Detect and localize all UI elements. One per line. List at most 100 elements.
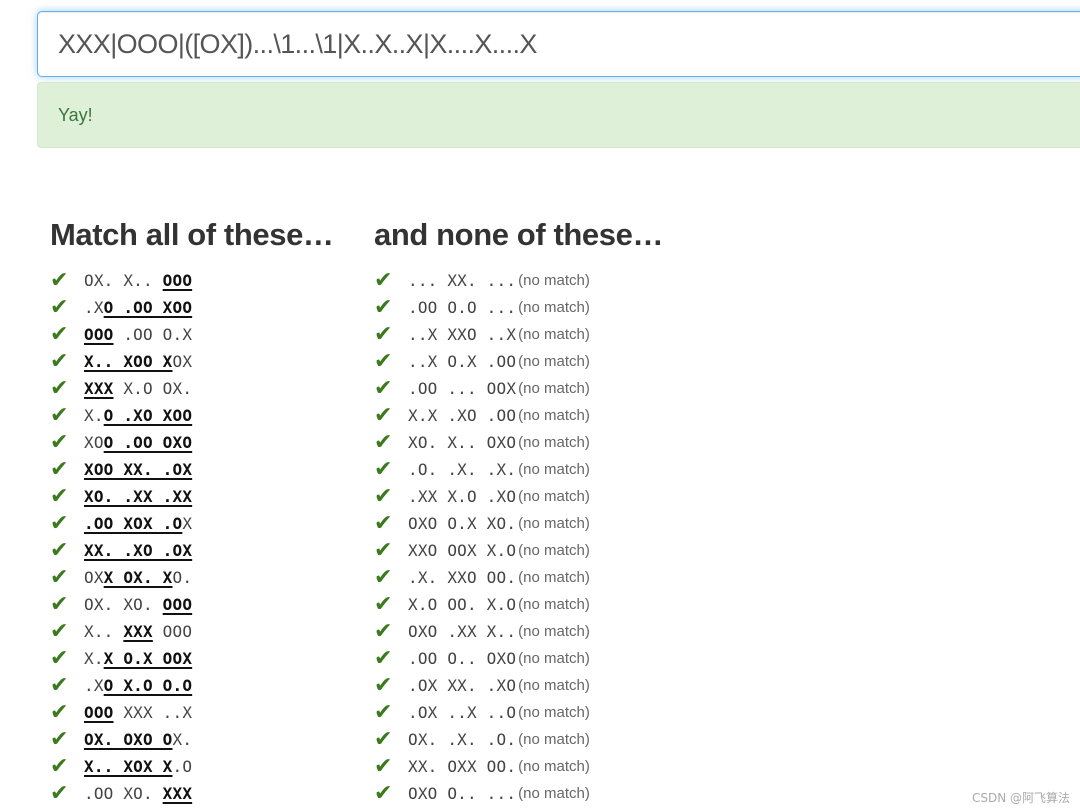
- check-icon: ✔: [374, 268, 393, 293]
- no-match-label: (no match): [518, 569, 590, 586]
- nomatch-row: ✔ .OO O.O ... (no match): [374, 294, 663, 321]
- nomatch-word: OXO .XX X..: [408, 622, 517, 641]
- regex-input[interactable]: XXX|OOO|([OX])...\1...\1|X..X..X|X....X.…: [37, 11, 1080, 77]
- check-icon: ✔: [50, 403, 69, 428]
- no-match-label: (no match): [518, 434, 590, 451]
- match-row: ✔ XO. .XX .XX: [50, 483, 334, 510]
- match-row: ✔ OXX OX. XO.: [50, 564, 334, 591]
- match-word: X.X O.X OOX: [84, 645, 192, 672]
- nomatch-row: ✔ OX. .X. .O. (no match): [374, 726, 663, 753]
- check-icon: ✔: [374, 538, 393, 563]
- nomatch-column: and none of these… ✔ ... XX. ... (no match…: [374, 214, 663, 807]
- check-icon: ✔: [374, 484, 393, 509]
- watermark: CSDN @阿飞算法: [971, 791, 1070, 805]
- unmatched-segment: O.: [172, 568, 193, 587]
- nomatch-word: XXO OOX X.O: [408, 541, 517, 560]
- nomatch-row: ✔ ..X O.X .OO (no match): [374, 348, 663, 375]
- check-icon: ✔: [374, 565, 393, 590]
- match-word: .OO XOX .OX: [84, 510, 192, 537]
- no-match-label: (no match): [518, 488, 590, 505]
- matched-segment: O .XO XOO: [103, 406, 193, 425]
- matched-segment: O .OO XOO: [103, 298, 193, 317]
- check-icon: ✔: [50, 457, 69, 482]
- matched-segment: .OO XOX .O: [84, 514, 183, 533]
- check-icon: ✔: [50, 646, 69, 671]
- match-word: XO. .XX .XX: [84, 483, 192, 510]
- nomatch-word: .X. XXO OO.: [408, 568, 517, 587]
- match-word: .OO XO. XXX: [84, 780, 192, 807]
- match-row: ✔ X.. XOO XOX: [50, 348, 334, 375]
- match-row: ✔ .XO .OO XOO: [50, 294, 334, 321]
- no-match-label: (no match): [518, 785, 590, 802]
- unmatched-segment: X.: [84, 649, 104, 668]
- check-icon: ✔: [374, 781, 393, 806]
- match-word: .XO .OO XOO: [84, 294, 192, 321]
- match-row: ✔ .OO XO. XXX: [50, 780, 334, 807]
- unmatched-segment: X.: [172, 730, 193, 749]
- match-row: ✔ XOO .OO OXO: [50, 429, 334, 456]
- nomatch-word: X.O OO. X.O: [408, 595, 517, 614]
- match-row: ✔ .OO XOX .OX: [50, 510, 334, 537]
- check-icon: ✔: [50, 565, 69, 590]
- nomatch-row: ✔ X.X .XO .OO (no match): [374, 402, 663, 429]
- nomatch-row: ✔ ... XX. ... (no match): [374, 267, 663, 294]
- no-match-label: (no match): [518, 731, 590, 748]
- match-word: XXX X.O OX.: [84, 375, 192, 402]
- nomatch-word: OXO O.X XO.: [408, 514, 517, 533]
- nomatch-row: ✔ XXO OOX X.O (no match): [374, 537, 663, 564]
- nomatch-word: .XX X.O .XO: [408, 487, 517, 506]
- check-icon: ✔: [50, 511, 69, 536]
- check-icon: ✔: [374, 646, 393, 671]
- check-icon: ✔: [50, 484, 69, 509]
- unmatched-segment: X.O OX.: [113, 379, 193, 398]
- match-row: ✔ OX. XO. OOO: [50, 591, 334, 618]
- success-alert: Yay!: [37, 82, 1080, 148]
- nomatch-row: ✔ ..X XXO ..X (no match): [374, 321, 663, 348]
- nomatch-row: ✔ .O. .X. .X. (no match): [374, 456, 663, 483]
- check-icon: ✔: [374, 700, 393, 725]
- match-word: OOO XXX ..X: [84, 699, 192, 726]
- check-icon: ✔: [50, 295, 69, 320]
- nomatch-word: ... XX. ...: [408, 271, 517, 290]
- check-icon: ✔: [50, 592, 69, 617]
- unmatched-segment: .OO XO.: [84, 784, 163, 803]
- check-icon: ✔: [374, 322, 393, 347]
- unmatched-segment: XO: [84, 433, 104, 452]
- check-icon: ✔: [50, 727, 69, 752]
- match-word: X.. XOO XOX: [84, 348, 192, 375]
- nomatch-row: ✔ XX. OXX OO. (no match): [374, 753, 663, 780]
- check-icon: ✔: [50, 781, 69, 806]
- nomatch-word: .OO O.. OXO: [408, 649, 517, 668]
- unmatched-segment: .X: [84, 676, 104, 695]
- match-word: OOO .OO O.X: [84, 321, 192, 348]
- check-icon: ✔: [374, 295, 393, 320]
- no-match-label: (no match): [518, 542, 590, 559]
- nomatch-row: ✔ .OX XX. .XO (no match): [374, 672, 663, 699]
- unmatched-segment: OX: [172, 352, 193, 371]
- nomatch-word: .O. .X. .X.: [408, 460, 517, 479]
- match-word: XX. .XO .OX: [84, 537, 192, 564]
- match-word: X.O .XO XOO: [84, 402, 192, 429]
- match-heading: Match all of these…: [50, 217, 334, 252]
- no-match-label: (no match): [518, 515, 590, 532]
- nomatch-heading: and none of these…: [374, 217, 664, 252]
- match-column: Match all of these… ✔ OX. X.. OOO ✔ .XO .OO…: [50, 214, 334, 807]
- nomatch-word: OXO O.. ...: [408, 784, 517, 803]
- check-icon: ✔: [50, 673, 69, 698]
- no-match-label: (no match): [518, 353, 590, 370]
- matched-segment: X OX. X: [103, 568, 173, 587]
- no-match-label: (no match): [518, 407, 590, 424]
- match-row: ✔ XX. .XO .OX: [50, 537, 334, 564]
- matched-segment: OX. OXO O: [84, 730, 173, 749]
- unmatched-segment: .OO O.X: [113, 325, 193, 344]
- nomatch-word: OX. .X. .O.: [408, 730, 517, 749]
- check-icon: ✔: [50, 268, 69, 293]
- match-word: .XO X.O O.O: [84, 672, 192, 699]
- check-icon: ✔: [374, 457, 393, 482]
- matched-segment: XXX: [162, 784, 193, 803]
- nomatch-row: ✔ .XX X.O .XO (no match): [374, 483, 663, 510]
- nomatch-word: XO. X.. OXO: [408, 433, 517, 452]
- match-row: ✔ X.X O.X OOX: [50, 645, 334, 672]
- unmatched-segment: .O: [172, 757, 193, 776]
- match-row: ✔ OX. X.. OOO: [50, 267, 334, 294]
